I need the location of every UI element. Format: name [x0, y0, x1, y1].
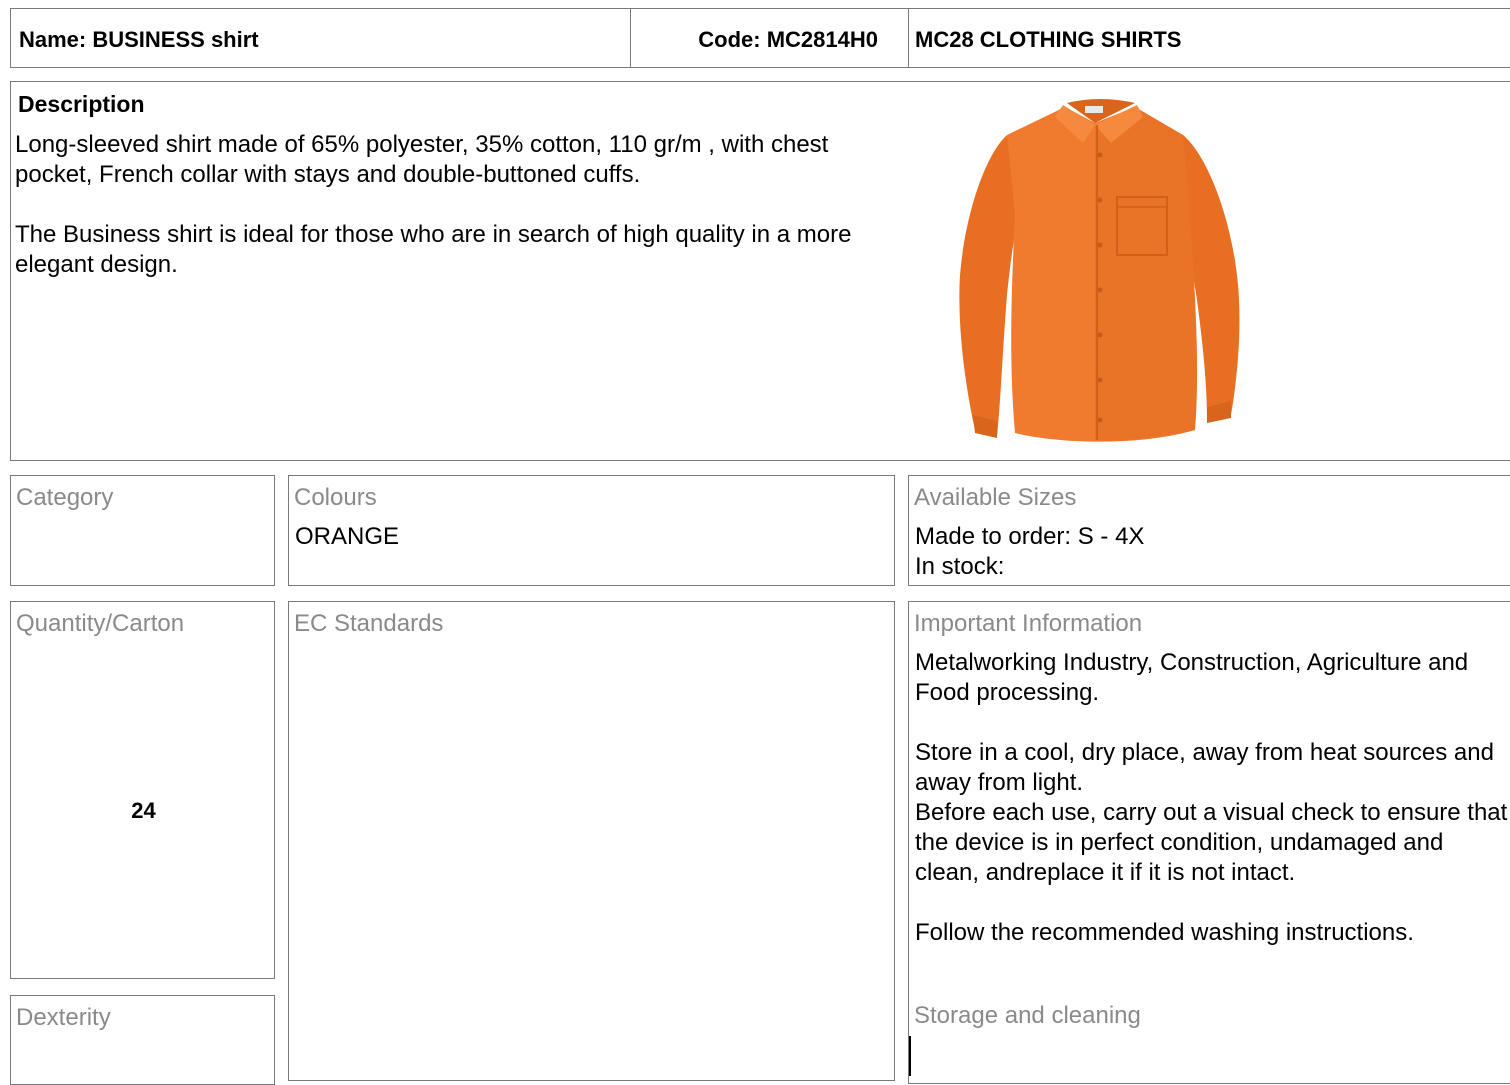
storage-divider: [909, 1036, 911, 1076]
important-info-label: Important Information: [914, 610, 1143, 637]
made-to-order-sizes: Made to order: S - 4X: [915, 523, 1145, 550]
important-info-paragraph: Store in a cool, dry place, away from he…: [915, 739, 1508, 886]
quantity-cell: Quantity/Carton 24: [10, 601, 275, 979]
category-label: Category: [16, 484, 114, 511]
category-cell: Category: [10, 475, 275, 586]
ec-standards-label: EC Standards: [294, 610, 444, 637]
quantity-label: Quantity/Carton: [16, 610, 185, 637]
header-name-cell: Name: BUSINESS shirt: [10, 8, 631, 68]
description-text: Long-sleeved shirt made of 65% polyester…: [15, 130, 905, 280]
ec-standards-cell: EC Standards: [288, 601, 895, 1081]
product-category-line: MC28 CLOTHING SHIRTS: [915, 27, 1182, 52]
description-title: Description: [18, 91, 145, 117]
sizes-values: Made to order: S - 4X In stock:: [915, 522, 1144, 582]
quantity-value: 24: [131, 798, 156, 823]
header-code-cell: Code: MC2814H0: [630, 8, 909, 68]
important-info-cell: Important Information Metalworking Indus…: [908, 601, 1510, 995]
product-name: Name: BUSINESS shirt: [19, 27, 259, 52]
colour-value: ORANGE: [295, 523, 400, 550]
description-paragraph: Long-sleeved shirt made of 65% polyester…: [15, 131, 829, 188]
storage-cell: Storage and cleaning: [908, 994, 1510, 1084]
sizes-label: Available Sizes: [914, 484, 1077, 511]
storage-label: Storage and cleaning: [914, 1002, 1141, 1029]
in-stock-sizes: In stock:: [915, 553, 1005, 580]
dexterity-label: Dexterity: [16, 1004, 111, 1031]
product-image-shirt-icon: [959, 99, 1240, 442]
header-category-cell: MC28 CLOTHING SHIRTS: [908, 8, 1510, 68]
important-info-text: Metalworking Industry, Construction, Agr…: [915, 648, 1510, 948]
important-info-paragraph: Follow the recommended washing instructi…: [915, 919, 1414, 946]
product-code: Code: MC2814H0: [698, 27, 878, 52]
dexterity-cell: Dexterity: [10, 995, 275, 1085]
colours-cell: Colours ORANGE: [288, 475, 895, 586]
colours-label: Colours: [294, 484, 377, 511]
description-paragraph: The Business shirt is ideal for those wh…: [15, 221, 852, 278]
description-section: Description Long-sleeved shirt made of 6…: [10, 81, 1510, 461]
sizes-cell: Available Sizes Made to order: S - 4X In…: [908, 475, 1510, 586]
important-info-paragraph: Metalworking Industry, Construction, Agr…: [915, 649, 1469, 706]
